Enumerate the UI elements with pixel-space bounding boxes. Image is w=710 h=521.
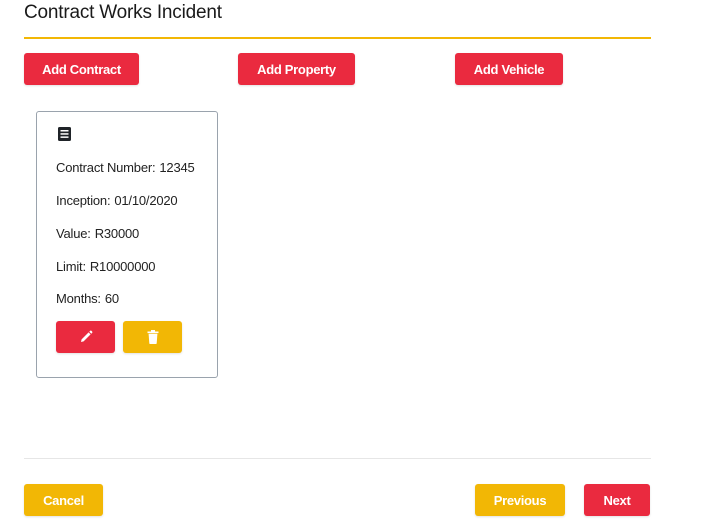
limit-field: Limit: R10000000 bbox=[56, 259, 155, 274]
page-title: Contract Works Incident bbox=[24, 2, 222, 23]
add-vehicle-button[interactable]: Add Vehicle bbox=[455, 53, 563, 85]
previous-button[interactable]: Previous bbox=[475, 484, 565, 516]
footer-divider bbox=[24, 458, 651, 459]
inception-value: 01/10/2020 bbox=[114, 193, 178, 208]
document-list-icon bbox=[58, 127, 71, 141]
title-divider bbox=[24, 37, 651, 39]
contract-card: Contract Number: 12345 Inception: 01/10/20… bbox=[36, 111, 218, 378]
limit-label: Limit: bbox=[56, 259, 86, 274]
months-field: Months: 60 bbox=[56, 291, 119, 306]
cancel-button[interactable]: Cancel bbox=[24, 484, 103, 516]
trash-icon bbox=[147, 330, 159, 344]
months-value: 60 bbox=[104, 291, 119, 306]
pencil-icon bbox=[79, 330, 93, 344]
limit-value: R10000000 bbox=[89, 259, 156, 274]
next-button[interactable]: Next bbox=[584, 484, 650, 516]
contract-number-value: 12345 bbox=[159, 160, 195, 175]
value-field: Value: R30000 bbox=[56, 226, 139, 241]
value-value: R30000 bbox=[94, 226, 140, 241]
add-contract-button[interactable]: Add Contract bbox=[24, 53, 139, 85]
months-label: Months: bbox=[56, 291, 101, 306]
add-property-button[interactable]: Add Property bbox=[238, 53, 355, 85]
inception-field: Inception: 01/10/2020 bbox=[56, 193, 178, 208]
inception-label: Inception: bbox=[56, 193, 111, 208]
contract-number-field: Contract Number: 12345 bbox=[56, 160, 195, 175]
delete-contract-button[interactable] bbox=[123, 321, 182, 353]
edit-contract-button[interactable] bbox=[56, 321, 115, 353]
contract-number-label: Contract Number: bbox=[56, 160, 156, 175]
value-label: Value: bbox=[56, 226, 91, 241]
